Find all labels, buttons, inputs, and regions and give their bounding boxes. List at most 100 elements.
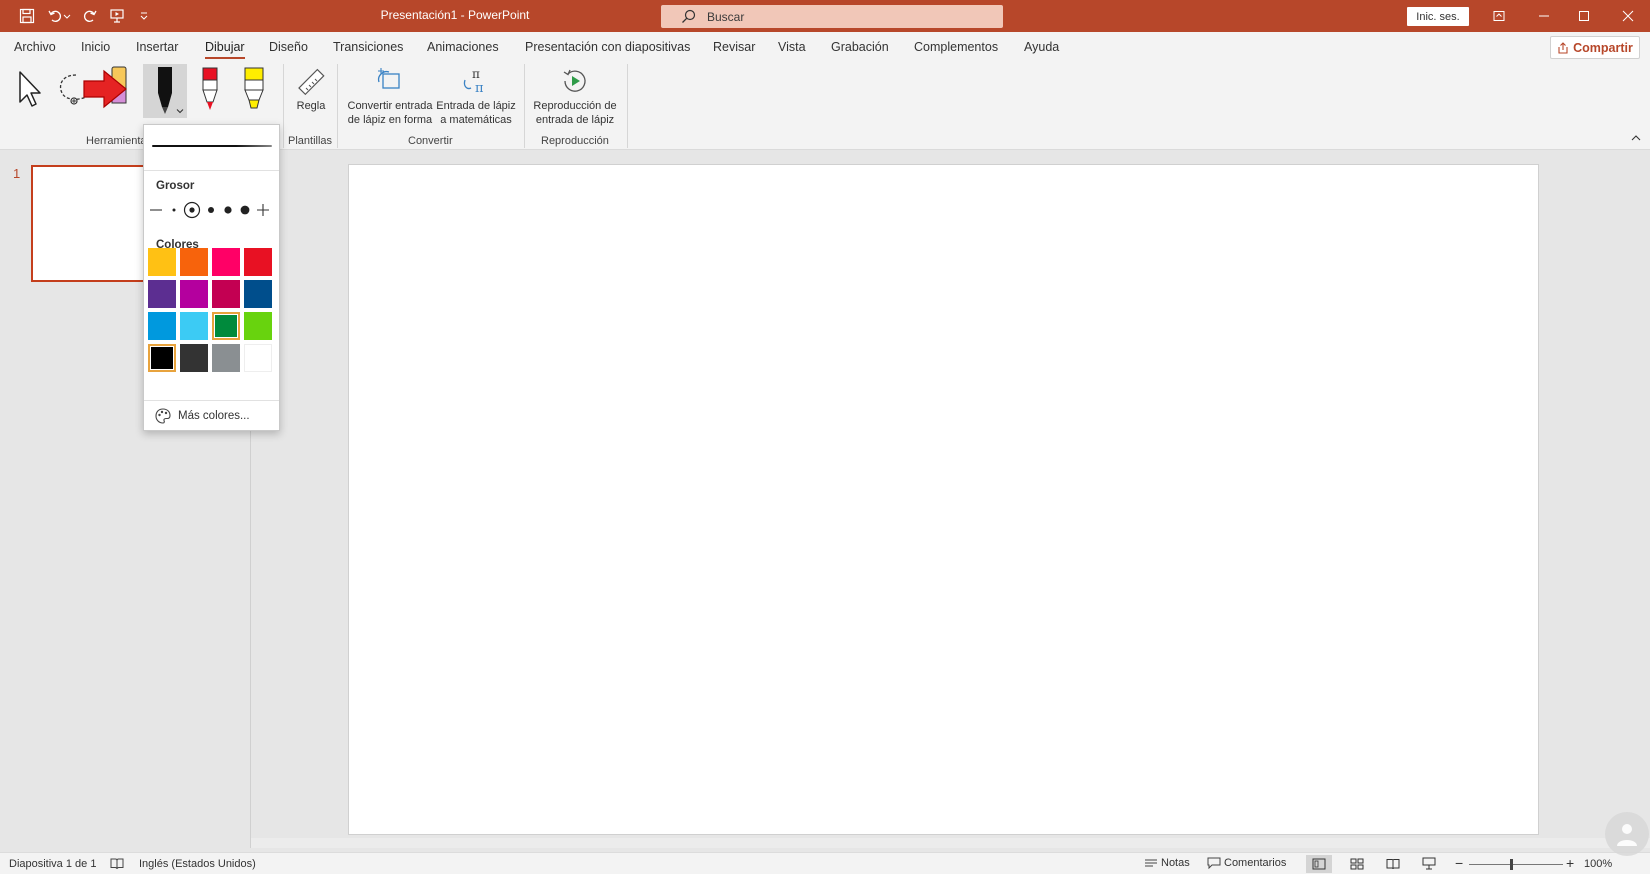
search-box[interactable]: Buscar <box>661 5 1003 28</box>
tab-vista[interactable]: Vista <box>778 40 806 54</box>
thickness-option[interactable] <box>237 201 253 219</box>
share-button[interactable]: Compartir <box>1550 36 1640 59</box>
ink-replay-label-line1: Reproducción de <box>533 100 617 112</box>
eraser-tool-icon[interactable] <box>82 64 136 116</box>
red-pen-icon[interactable] <box>193 64 227 116</box>
zoom-slider-thumb[interactable] <box>1510 859 1514 870</box>
color-swatch[interactable] <box>212 280 240 308</box>
minimize-icon[interactable] <box>1522 0 1566 32</box>
tab-diseno[interactable]: Diseño <box>269 40 308 54</box>
highlighter-icon[interactable] <box>236 64 272 116</box>
language-status[interactable]: Inglés (Estados Unidos) <box>139 858 256 870</box>
ribbon-display-options-icon[interactable] <box>1477 0 1521 32</box>
tab-ayuda[interactable]: Ayuda <box>1024 40 1059 54</box>
comments-button[interactable]: Comentarios <box>1207 857 1286 869</box>
ruler-label[interactable]: Regla <box>296 99 326 113</box>
tab-grabacion[interactable]: Grabación <box>831 40 889 54</box>
collapse-ribbon-icon[interactable] <box>1630 132 1644 146</box>
popup-divider <box>144 170 279 171</box>
slide-canvas[interactable] <box>348 164 1539 835</box>
color-swatch[interactable] <box>212 248 240 276</box>
share-label: Compartir <box>1573 40 1633 55</box>
ink-to-math-label[interactable]: Entrada de lápiz a matemáticas <box>433 99 519 127</box>
color-swatch[interactable] <box>180 312 208 340</box>
thickness-title: Grosor <box>156 180 195 192</box>
thickness-increase-icon[interactable] <box>255 201 271 219</box>
present-from-start-icon[interactable] <box>107 6 127 26</box>
reading-view-icon[interactable] <box>1380 855 1406 873</box>
maximize-icon[interactable] <box>1562 0 1606 32</box>
tab-animaciones[interactable]: Animaciones <box>427 40 499 54</box>
slide-number: 1 <box>13 166 21 181</box>
notes-button[interactable]: Notas <box>1144 857 1190 869</box>
ink-to-shape-label-line1: Convertir entrada <box>347 100 433 112</box>
watermark-logo-icon <box>1605 812 1649 856</box>
thickness-option[interactable] <box>220 201 236 219</box>
slideshow-view-icon[interactable] <box>1416 855 1442 873</box>
color-swatch[interactable] <box>148 344 176 372</box>
undo-dropdown-icon[interactable] <box>62 6 72 26</box>
color-swatch[interactable] <box>180 280 208 308</box>
redo-icon[interactable] <box>80 6 100 26</box>
normal-view-icon[interactable] <box>1306 855 1332 873</box>
zoom-slider-track[interactable] <box>1469 864 1563 865</box>
slide-sorter-icon[interactable] <box>1344 855 1370 873</box>
select-tool-icon[interactable] <box>12 66 48 112</box>
color-swatch[interactable] <box>148 280 176 308</box>
share-icon <box>1558 41 1568 54</box>
zoom-in-button[interactable]: + <box>1566 855 1574 871</box>
svg-text:π: π <box>472 67 480 81</box>
pen-options-popup: Grosor Colores Más colores... <box>143 124 280 431</box>
ink-to-math-icon[interactable]: ππ <box>460 64 492 98</box>
group-label-herramientas: Herramienta <box>86 135 147 147</box>
accessibility-icon[interactable] <box>110 857 124 870</box>
ink-replay-label[interactable]: Reproducción de entrada de lápiz <box>530 99 620 127</box>
ribbon-separator <box>283 64 284 148</box>
tab-complementos[interactable]: Complementos <box>914 40 998 54</box>
stroke-preview <box>152 145 272 147</box>
thickness-option[interactable] <box>166 201 182 219</box>
chevron-down-icon[interactable] <box>176 107 184 115</box>
color-swatch[interactable] <box>212 312 240 340</box>
sign-in-button[interactable]: Inic. ses. <box>1407 7 1469 26</box>
menu-bar: Archivo Inicio Insertar Dibujar Diseño T… <box>0 32 1650 62</box>
zoom-out-button[interactable]: − <box>1455 855 1463 871</box>
thickness-decrease-icon[interactable] <box>148 201 164 219</box>
thickness-option[interactable] <box>203 201 219 219</box>
window-title: Presentación1 - PowerPoint <box>380 8 530 22</box>
color-swatch[interactable] <box>148 248 176 276</box>
black-pen-tool[interactable] <box>143 64 187 118</box>
ink-to-shape-icon[interactable] <box>374 64 406 98</box>
customize-toolbar-icon[interactable] <box>134 6 154 26</box>
color-swatch[interactable] <box>244 344 272 372</box>
search-icon <box>681 9 697 25</box>
tab-insertar[interactable]: Insertar <box>136 40 178 54</box>
horizontal-scrollbar[interactable] <box>251 838 1650 848</box>
save-icon[interactable] <box>17 6 37 26</box>
ruler-icon[interactable] <box>293 66 329 100</box>
ink-replay-icon[interactable] <box>559 64 591 98</box>
color-swatch[interactable] <box>244 312 272 340</box>
ink-to-shape-label[interactable]: Convertir entrada de lápiz en forma <box>345 99 435 127</box>
zoom-level[interactable]: 100% <box>1584 858 1612 870</box>
color-swatch[interactable] <box>148 312 176 340</box>
color-swatch[interactable] <box>244 248 272 276</box>
ink-replay-label-line2: entrada de lápiz <box>535 114 615 126</box>
notes-label: Notas <box>1161 857 1190 869</box>
tab-dibujar[interactable]: Dibujar <box>205 40 245 59</box>
close-icon[interactable] <box>1606 0 1650 32</box>
comments-label: Comentarios <box>1224 857 1287 869</box>
tab-inicio[interactable]: Inicio <box>81 40 110 54</box>
group-label-plantillas: Plantillas <box>288 135 333 147</box>
color-swatch[interactable] <box>244 280 272 308</box>
thickness-option-selected[interactable] <box>183 201 201 219</box>
color-swatch[interactable] <box>180 344 208 372</box>
tab-archivo[interactable]: Archivo <box>14 40 56 54</box>
tab-transiciones[interactable]: Transiciones <box>333 40 403 54</box>
ribbon-separator <box>337 64 338 148</box>
more-colors-button[interactable]: Más colores... <box>154 407 250 425</box>
tab-presentacion[interactable]: Presentación con diapositivas <box>525 40 690 54</box>
tab-revisar[interactable]: Revisar <box>713 40 755 54</box>
color-swatch[interactable] <box>180 248 208 276</box>
color-swatch[interactable] <box>212 344 240 372</box>
